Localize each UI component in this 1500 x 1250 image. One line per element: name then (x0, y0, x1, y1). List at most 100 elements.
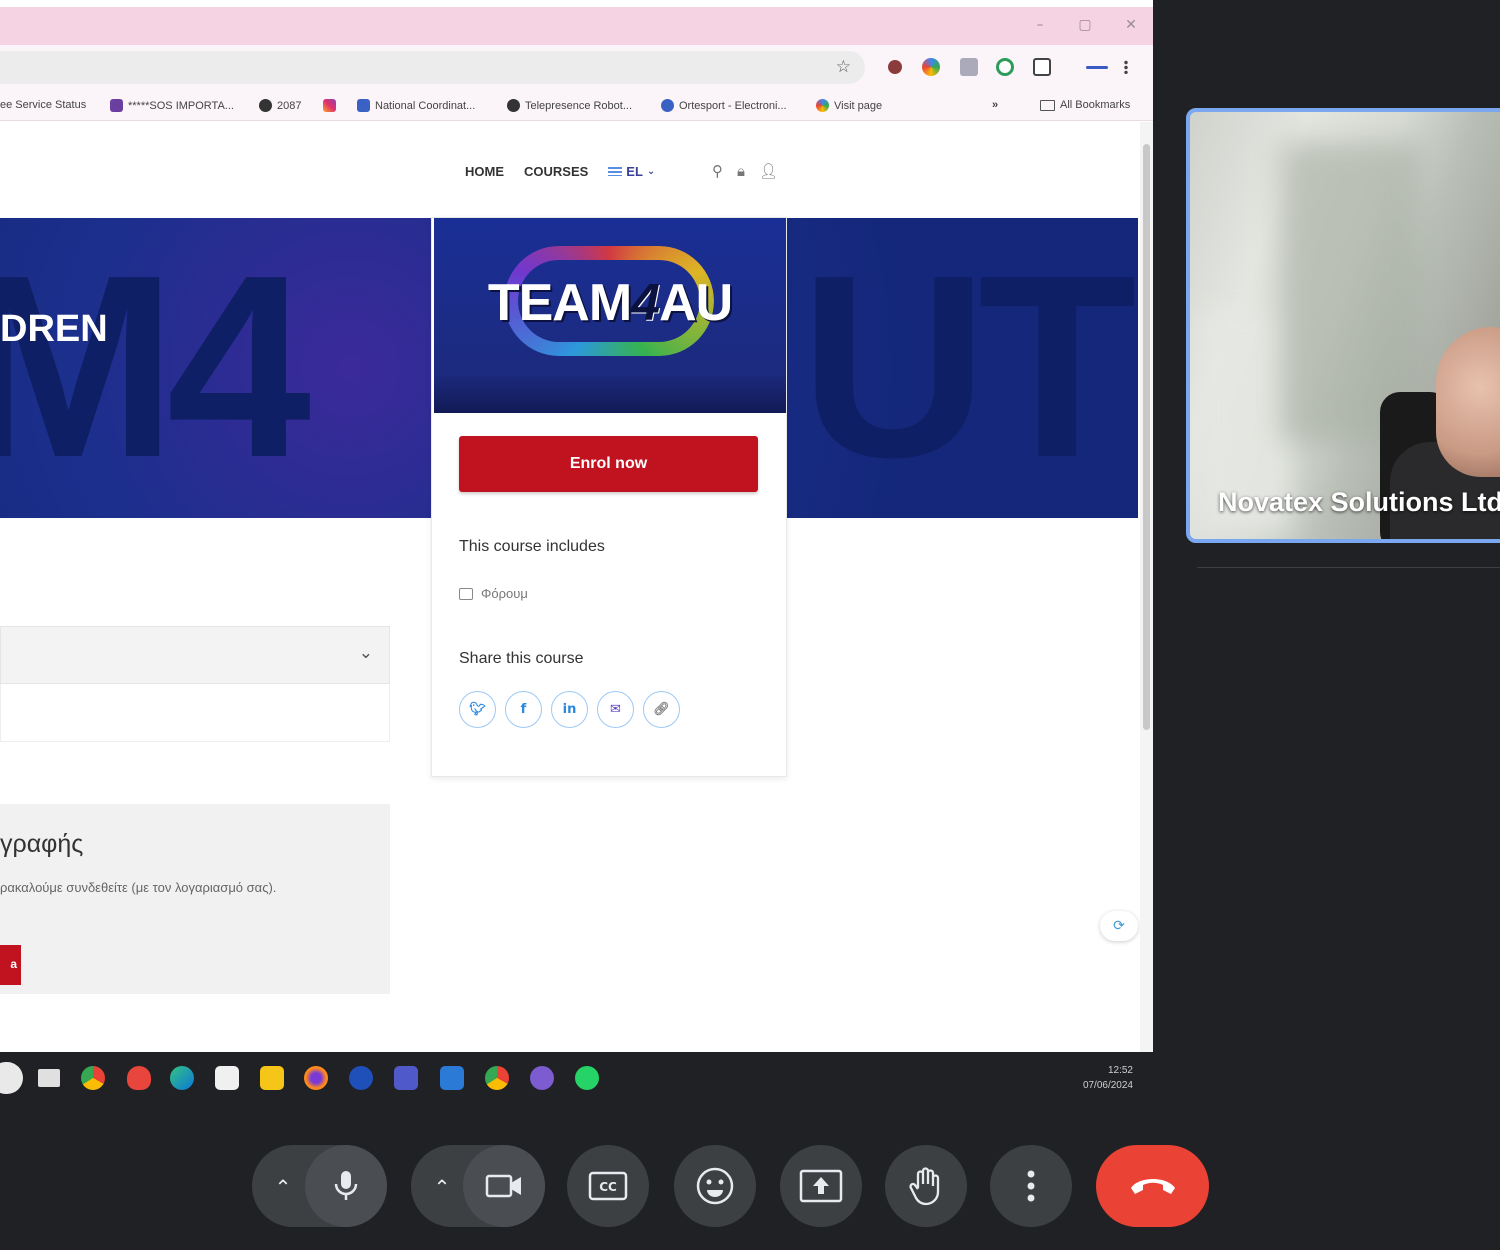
lock-icon[interactable]: 🔒︎ (737, 162, 745, 180)
extensions-puzzle-icon[interactable] (1033, 58, 1051, 76)
whatsapp-icon[interactable] (575, 1066, 599, 1090)
chevron-up-icon[interactable]: ⌃ (427, 1172, 457, 1202)
more-options-icon (1027, 1170, 1035, 1202)
restore-icon[interactable]: ▢ (1077, 17, 1093, 33)
linkedin-icon[interactable]: in (551, 691, 588, 728)
enrol-now-button[interactable]: Enrol now (459, 436, 758, 492)
more-options-button[interactable] (990, 1145, 1072, 1227)
nav-courses[interactable]: COURSES (524, 164, 588, 179)
bookmark-item[interactable] (323, 99, 336, 112)
address-bar[interactable]: ☆ (0, 51, 865, 84)
course-sidebar-card: TEAM4AU Enrol now This course includes Φ… (431, 217, 787, 777)
chrome-extension-icon[interactable] (922, 58, 940, 76)
login-button[interactable]: a (0, 945, 21, 985)
bookmark-item[interactable]: 2087 (259, 99, 301, 112)
bookmark-star-icon[interactable]: ☆ (836, 57, 851, 77)
nav-home[interactable]: HOME (465, 164, 504, 179)
folder-icon (1040, 99, 1055, 111)
language-selector[interactable]: EL ⌄ (608, 164, 655, 179)
bookmark-item[interactable]: *****SOS IMPORTA... (110, 99, 234, 112)
course-accordion-header[interactable]: ⌄ (0, 626, 390, 684)
enrolment-options-box: γραφής ρακαλούμε συνδεθείτε (με τον λογα… (0, 804, 390, 994)
bookmarks-overflow-button[interactable]: » (992, 99, 998, 111)
hero-background-text: M4 (0, 222, 311, 512)
floating-helper-icon[interactable]: ⟳ (1100, 911, 1138, 941)
chevron-down-icon: ⌄ (358, 643, 373, 663)
hang-up-button[interactable] (1096, 1145, 1209, 1227)
course-accordion-body (0, 684, 390, 742)
forum-icon (459, 587, 473, 600)
file-explorer-icon[interactable] (260, 1066, 284, 1090)
svg-text:CC: CC (599, 1180, 617, 1194)
sync-icon[interactable] (996, 58, 1014, 76)
present-button[interactable] (780, 1145, 862, 1227)
store-icon[interactable] (215, 1066, 239, 1090)
browser-menu-icon[interactable] (1124, 60, 1128, 74)
facebook-icon[interactable]: f (505, 691, 542, 728)
teams-icon[interactable] (394, 1066, 418, 1090)
raise-hand-icon (909, 1167, 940, 1206)
task-view-icon[interactable] (38, 1069, 60, 1087)
globe-icon (259, 99, 272, 112)
site-nav: HOME COURSES EL ⌄ (465, 164, 655, 179)
bookmark-item[interactable]: ee Service Status (0, 99, 86, 111)
email-icon[interactable]: ✉ (597, 691, 634, 728)
all-bookmarks-button[interactable]: All Bookmarks (1040, 99, 1130, 111)
firefox-icon[interactable] (304, 1066, 328, 1090)
browser-toolbar: ☆ (0, 45, 1153, 91)
microphone-button[interactable] (305, 1145, 387, 1227)
camera-icon (485, 1174, 521, 1198)
participant-name: Novatex Solutions Ltd (1218, 487, 1500, 517)
bookmark-item[interactable]: National Coordinat... (357, 99, 475, 112)
course-title: DREN (0, 308, 108, 350)
profile-icon[interactable] (1086, 66, 1108, 69)
bookmark-item[interactable]: Ortesport - Electroni... (661, 99, 787, 112)
search-icon[interactable]: ⚲ (712, 162, 723, 180)
microphone-icon (334, 1171, 358, 1200)
captions-icon: CC (588, 1171, 628, 1201)
link-icon[interactable]: 🔗︎ (643, 691, 680, 728)
participant-tile[interactable]: Novatex Solutions Ltd (1186, 108, 1500, 543)
outlook-icon[interactable] (440, 1066, 464, 1090)
user-icon[interactable]: 👤︎ (759, 162, 778, 180)
shared-screen: – ▢ ✕ ☆ ee Service Status *****SOS IMPOR… (0, 0, 1153, 1103)
google-icon (816, 99, 829, 112)
brave-icon[interactable] (127, 1066, 151, 1090)
twitter-icon[interactable]: 🐦︎ (459, 691, 496, 728)
translate-icon[interactable] (960, 58, 978, 76)
system-clock: 12:52 07/06/2024 (1082, 1065, 1133, 1091)
viber-icon[interactable] (530, 1066, 554, 1090)
globe-icon (507, 99, 520, 112)
bookmark-favicon-icon (110, 99, 123, 112)
chevron-down-icon: ⌄ (646, 166, 656, 177)
minimize-icon[interactable]: – (1032, 17, 1048, 33)
chevron-up-icon[interactable]: ⌃ (268, 1172, 298, 1202)
bookmarks-bar: ee Service Status *****SOS IMPORTA... 20… (0, 91, 1153, 121)
page-scrollbar[interactable] (1140, 122, 1153, 1052)
close-icon[interactable]: ✕ (1123, 17, 1139, 33)
gear-icon (661, 99, 674, 112)
bookmark-item[interactable]: Visit page (816, 99, 882, 112)
windows-taskbar: 12:52 07/06/2024 (0, 1052, 1153, 1103)
search-pill[interactable] (0, 1062, 23, 1094)
extension-icon[interactable] (888, 60, 902, 74)
panel-divider (1197, 567, 1500, 568)
bookmark-favicon-icon (357, 99, 370, 112)
emoji-button[interactable] (674, 1145, 756, 1227)
camera-button[interactable] (463, 1145, 545, 1227)
browser-title-bar: – ▢ ✕ (0, 7, 1153, 45)
captions-button[interactable]: CC (567, 1145, 649, 1227)
enrolment-title: γραφής (0, 830, 84, 858)
chrome-profile-icon[interactable] (485, 1066, 509, 1090)
webex-icon[interactable] (349, 1066, 373, 1090)
raise-hand-button[interactable] (885, 1145, 967, 1227)
hero-background-text: UT (800, 222, 1137, 512)
bookmark-item[interactable]: Telepresence Robot... (507, 99, 632, 112)
chrome-icon[interactable] (81, 1066, 105, 1090)
scrollbar-thumb[interactable] (1143, 144, 1150, 730)
share-buttons: 🐦︎ f in ✉ 🔗︎ (459, 691, 680, 728)
hang-up-icon (1130, 1179, 1175, 1194)
share-heading: Share this course (459, 650, 584, 667)
edge-icon[interactable] (170, 1066, 194, 1090)
greek-flag-icon (608, 167, 623, 176)
